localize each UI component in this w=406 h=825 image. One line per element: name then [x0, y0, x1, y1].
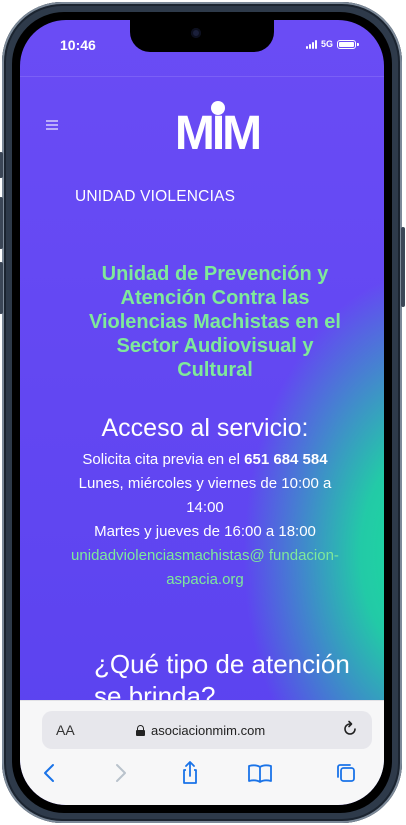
- phone-number[interactable]: 651 684 584: [244, 451, 327, 468]
- volume-up-button: [0, 197, 3, 249]
- lock-icon: [136, 725, 145, 736]
- notch: [130, 20, 274, 52]
- safari-toolbar: AA asociacionmim.com: [20, 700, 384, 805]
- share-icon[interactable]: [176, 759, 204, 787]
- back-icon[interactable]: [36, 759, 64, 787]
- menu-icon[interactable]: [46, 120, 58, 130]
- volume-down-button: [0, 262, 3, 314]
- url-bar[interactable]: AA asociacionmim.com: [42, 711, 372, 749]
- schedule-line-1: Lunes, miércoles y viernes de 10:00 a 14…: [78, 475, 332, 516]
- mute-switch: [0, 152, 3, 178]
- cita-prefix: Solicita cita previa en el: [82, 451, 245, 468]
- status-indicators: 5G: [305, 39, 359, 49]
- reader-settings-button[interactable]: AA: [56, 722, 75, 738]
- signal-icon: [305, 39, 317, 49]
- network-label: 5G: [320, 39, 333, 49]
- phone-frame: 10:46 5G MIM UNIDAD VIOLENCIAS Unidad de…: [0, 2, 405, 823]
- schedule-line-2: Martes y jueves de 16:00 a 18:00: [94, 523, 316, 540]
- cita-line: Solicita cita previa en el 651 684 584: [70, 448, 340, 472]
- bottom-toolbar: [20, 759, 384, 789]
- bookmarks-icon[interactable]: [246, 759, 274, 787]
- power-button: [401, 227, 405, 307]
- service-info: Solicita cita previa en el 651 684 584 L…: [70, 448, 340, 592]
- section-title: UNIDAD VIOLENCIAS: [75, 188, 236, 205]
- acceso-title: Acceso al servicio:: [101, 414, 309, 442]
- forward-icon[interactable]: [106, 759, 134, 787]
- tabs-icon[interactable]: [332, 759, 360, 787]
- battery-icon: [337, 39, 359, 49]
- email-link[interactable]: unidadviolenciasmachistas@ fundacion-asp…: [70, 544, 340, 592]
- aa-label: AA: [56, 722, 75, 738]
- status-time: 10:46: [60, 37, 96, 53]
- url-display[interactable]: asociacionmim.com: [136, 723, 265, 738]
- logo-dot: [211, 101, 225, 115]
- screen: 10:46 5G MIM UNIDAD VIOLENCIAS Unidad de…: [20, 20, 384, 805]
- reload-icon[interactable]: [340, 719, 360, 739]
- mim-logo[interactable]: MIM: [157, 100, 277, 160]
- page-heading: Unidad de Prevención y Atención Contra l…: [89, 263, 341, 381]
- url-text: asociacionmim.com: [151, 723, 266, 738]
- front-camera: [191, 28, 201, 38]
- screen-bezel: 10:46 5G MIM UNIDAD VIOLENCIAS Unidad de…: [12, 12, 392, 813]
- logo-text: MIM: [175, 107, 259, 160]
- header-divider: [20, 76, 384, 77]
